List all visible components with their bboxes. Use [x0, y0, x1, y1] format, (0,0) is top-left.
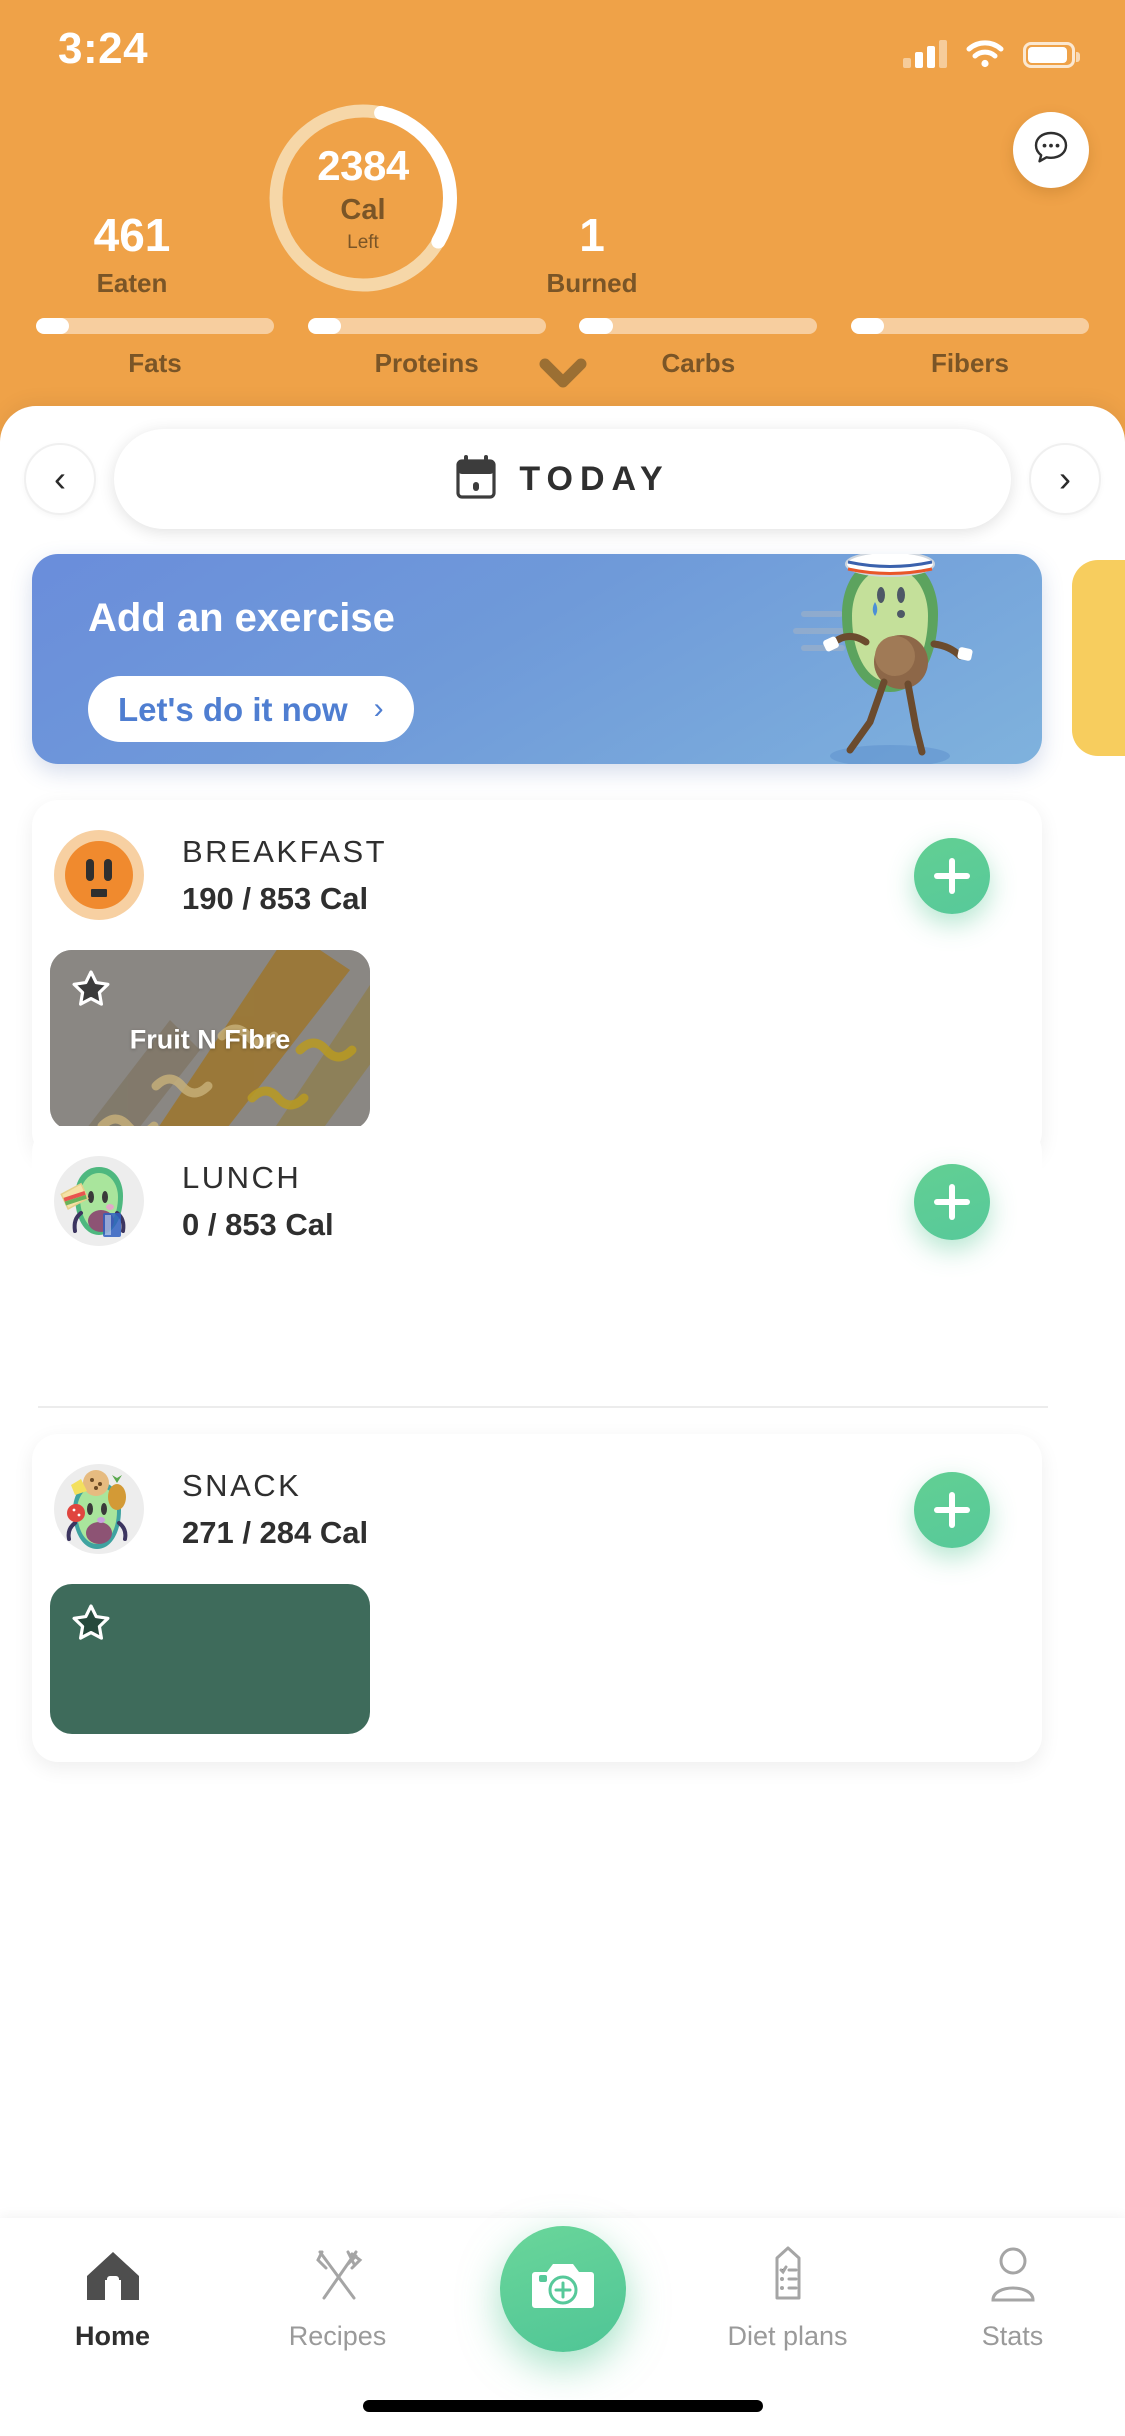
- macro-proteins-label: Proteins: [374, 348, 479, 378]
- bottom-tab-bar: Home Recipes Diet plans Stats: [0, 2218, 1125, 2436]
- favorite-star-icon[interactable]: [70, 1602, 112, 1649]
- current-day-button[interactable]: TODAY: [114, 429, 1011, 529]
- status-bar: 3:24: [0, 0, 1125, 90]
- macro-carbs-label: Carbs: [661, 348, 736, 378]
- meal-header-snack: SNACK 271 / 284 Cal: [32, 1434, 1042, 1584]
- meal-name-lunch: LUNCH: [182, 1160, 302, 1195]
- running-avocado-icon: [762, 554, 1002, 764]
- status-bar-time: 3:24: [58, 24, 149, 73]
- calorie-ring: 2384 Cal Left: [263, 98, 463, 298]
- stat-eaten: 461 Eaten: [12, 212, 252, 296]
- macro-carbs: Carbs: [579, 318, 818, 378]
- calorie-ring-value: 2384: [317, 141, 409, 189]
- fork-knife-icon: [308, 2246, 368, 2309]
- meal-text-lunch: LUNCH 0 / 853 Cal: [182, 1162, 334, 1240]
- tab-home-label: Home: [74, 2321, 150, 2351]
- macro-proteins-bar: [307, 318, 546, 334]
- tab-stats-label: Stats: [981, 2321, 1044, 2351]
- stat-burned-label: Burned: [546, 268, 638, 298]
- meal-text-breakfast: BREAKFAST 190 / 853 Cal: [182, 836, 387, 914]
- macro-proteins: Proteins: [307, 318, 546, 378]
- home-indicator: [362, 2400, 763, 2412]
- meal-header-breakfast: BREAKFAST 190 / 853 Cal: [32, 800, 1042, 950]
- content-sheet: ‹ TODAY › Add an exercise Let's do it no…: [0, 406, 1125, 2436]
- meal-card-breakfast[interactable]: BREAKFAST 190 / 853 Cal Fruit N Fibre: [32, 800, 1042, 1158]
- meal-text-snack: SNACK 271 / 284 Cal: [182, 1470, 368, 1548]
- meal-calories-snack: 271 / 284 Cal: [182, 1515, 369, 1550]
- food-item-card[interactable]: Fruit N Fibre: [50, 950, 370, 1130]
- tab-diet-plans[interactable]: Diet plans: [675, 2218, 900, 2378]
- promo-cta-label: Let's do it now: [118, 690, 348, 728]
- stat-eaten-value: 461: [93, 209, 171, 261]
- tab-recipes-label: Recipes: [288, 2321, 387, 2351]
- tab-stats[interactable]: Stats: [900, 2218, 1125, 2378]
- camera-add-icon: [531, 2258, 595, 2321]
- meal-name-breakfast: BREAKFAST: [182, 834, 388, 869]
- meal-card-snack[interactable]: SNACK 271 / 284 Cal: [32, 1434, 1042, 1762]
- favorite-star-icon[interactable]: [70, 968, 112, 1015]
- promo-title: Add an exercise: [88, 596, 395, 640]
- status-bar-icons: [903, 28, 1080, 68]
- meal-name-snack: SNACK: [182, 1468, 302, 1503]
- macro-fibers: Fibers: [850, 318, 1089, 378]
- battery-icon: [1023, 42, 1080, 68]
- previous-day-button[interactable]: ‹: [24, 443, 96, 515]
- snack-item-card[interactable]: [50, 1584, 370, 1734]
- meal-card-lunch[interactable]: LUNCH 0 / 853 Cal: [32, 1126, 1042, 1276]
- current-day-label: TODAY: [519, 459, 670, 498]
- camera-add-button[interactable]: [499, 2226, 626, 2352]
- cellular-signal-icon: [903, 38, 947, 68]
- tab-diet-plans-label: Diet plans: [727, 2321, 848, 2351]
- macro-fibers-label: Fibers: [930, 348, 1009, 378]
- calorie-ring-suffix: Left: [347, 231, 379, 253]
- promo-cta-button[interactable]: Let's do it now ›: [88, 676, 414, 742]
- meal-calories-breakfast: 190 / 853 Cal: [182, 881, 369, 916]
- snack-avocado-icon: [54, 1464, 144, 1554]
- promo-carousel[interactable]: Add an exercise Let's do it now ›: [0, 554, 1125, 774]
- next-day-button[interactable]: ›: [1029, 443, 1101, 515]
- macro-fats-label: Fats: [128, 348, 182, 378]
- promo-card-next[interactable]: [1072, 560, 1125, 756]
- breakfast-face-icon: [54, 830, 144, 920]
- macro-fats: Fats: [36, 318, 274, 376]
- calorie-ring-unit: Cal: [340, 193, 386, 226]
- expand-header-button[interactable]: [539, 358, 587, 393]
- chat-bubble-icon: [1029, 126, 1073, 175]
- food-item-title: Fruit N Fibre: [129, 1024, 291, 1055]
- macro-carbs-bar: [579, 318, 818, 334]
- add-breakfast-button[interactable]: [914, 838, 990, 914]
- person-icon: [986, 2246, 1040, 2309]
- meal-header-lunch: LUNCH 0 / 853 Cal: [32, 1126, 1042, 1276]
- stat-eaten-label: Eaten: [96, 268, 168, 298]
- wifi-icon: [965, 38, 1005, 68]
- macro-fats-bar: [36, 318, 274, 334]
- calendar-icon: [455, 454, 497, 505]
- meal-divider: [38, 1406, 1048, 1408]
- clipboard-icon: [761, 2246, 815, 2309]
- lunch-avocado-icon: [54, 1156, 144, 1246]
- macro-fibers-bar: [850, 318, 1089, 334]
- chevron-right-icon: ›: [373, 692, 384, 725]
- chat-button[interactable]: [1013, 112, 1089, 188]
- tab-home[interactable]: Home: [0, 2218, 225, 2378]
- promo-card-exercise[interactable]: Add an exercise Let's do it now ›: [32, 554, 1042, 764]
- home-icon: [83, 2246, 143, 2309]
- add-lunch-button[interactable]: [914, 1164, 990, 1240]
- meal-calories-lunch: 0 / 853 Cal: [182, 1207, 334, 1242]
- tab-recipes[interactable]: Recipes: [225, 2218, 450, 2378]
- stat-burned: 1 Burned: [472, 212, 712, 296]
- add-snack-button[interactable]: [914, 1472, 990, 1548]
- stat-burned-value: 1: [579, 209, 605, 261]
- date-navigation: ‹ TODAY ›: [0, 424, 1125, 534]
